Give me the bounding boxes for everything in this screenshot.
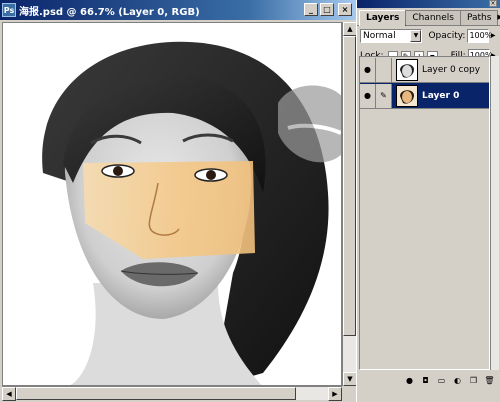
photoshop-document-icon: Ps [2, 3, 16, 17]
palette-title-bar[interactable]: × [357, 0, 500, 8]
scroll-down-icon[interactable]: ▼ [343, 372, 357, 386]
vertical-scroll-thumb[interactable] [343, 36, 356, 336]
document-title: 海报.psd @ 66.7% (Layer 0, RGB) [19, 6, 200, 18]
scroll-up-icon[interactable]: ▲ [343, 22, 357, 36]
minimize-button[interactable]: _ [304, 3, 318, 16]
image-canvas[interactable] [2, 22, 342, 386]
fx-icon[interactable]: ● [404, 375, 415, 386]
eye-icon[interactable]: ● [360, 57, 376, 82]
portrait-image [3, 23, 341, 385]
opacity-label: Opacity: [428, 31, 466, 41]
opacity-arrow-icon[interactable]: ▶ [489, 29, 497, 43]
eye-icon[interactable]: ● [360, 83, 376, 108]
mask-icon[interactable]: ◘ [420, 375, 431, 386]
document-title-bar[interactable]: Ps 海报.psd @ 66.7% (Layer 0, RGB) _ □ × [0, 0, 356, 20]
brush-icon[interactable]: ✎ [376, 83, 392, 108]
layer-name[interactable]: Layer 0 copy [422, 65, 480, 75]
scroll-right-icon[interactable]: ▶ [328, 387, 342, 401]
opacity-field[interactable]: 100% [467, 29, 492, 43]
scroll-left-icon[interactable]: ◀ [2, 387, 16, 401]
canvas-vertical-scrollbar[interactable]: ▲ ▼ [342, 22, 357, 386]
layer-row-layer-0[interactable]: ● ✎ Layer 0 [360, 83, 489, 109]
maximize-button[interactable]: □ [320, 3, 334, 16]
palette-close-icon[interactable]: × [489, 0, 497, 7]
folder-icon[interactable]: ▭ [436, 375, 447, 386]
scrollbar-corner [342, 386, 356, 400]
tab-channels[interactable]: Channels [405, 10, 461, 25]
layer-thumbnail [396, 84, 418, 107]
horizontal-scroll-thumb[interactable] [16, 387, 296, 400]
tab-layers[interactable]: Layers [359, 10, 407, 26]
adjustment-icon[interactable]: ◐ [452, 375, 463, 386]
layer-link-cell[interactable] [376, 57, 392, 82]
layers-list: ● Layer 0 copy ● ✎ Layer 0 [359, 56, 490, 370]
close-button[interactable]: × [338, 3, 352, 16]
layers-scrollbar[interactable] [490, 56, 499, 370]
palette-tabs: Layers Channels Paths ▶ [357, 10, 500, 26]
layer-name[interactable]: Layer 0 [422, 91, 459, 101]
blend-mode-select[interactable]: Normal ▼ [360, 29, 423, 43]
new-layer-icon[interactable]: ❐ [468, 375, 479, 386]
layers-palette: × Layers Channels Paths ▶ Normal ▼ Opaci… [356, 0, 500, 402]
canvas-horizontal-scrollbar[interactable]: ◀ ▶ [2, 386, 342, 401]
trash-icon[interactable]: 🗑 [484, 375, 495, 386]
layer-thumbnail [396, 58, 418, 81]
chevron-down-icon[interactable]: ▼ [410, 30, 422, 42]
layers-bottom-toolbar: ● ◘ ▭ ◐ ❐ 🗑 [359, 372, 499, 388]
document-window: Ps 海报.psd @ 66.7% (Layer 0, RGB) _ □ × ▲… [0, 0, 357, 402]
tab-paths[interactable]: Paths [459, 10, 499, 25]
blend-mode-value: Normal [363, 31, 396, 41]
blend-opacity-row: Normal ▼ Opacity: 100% ▶ [357, 26, 500, 46]
layer-row-layer-0-copy[interactable]: ● Layer 0 copy [360, 57, 489, 83]
